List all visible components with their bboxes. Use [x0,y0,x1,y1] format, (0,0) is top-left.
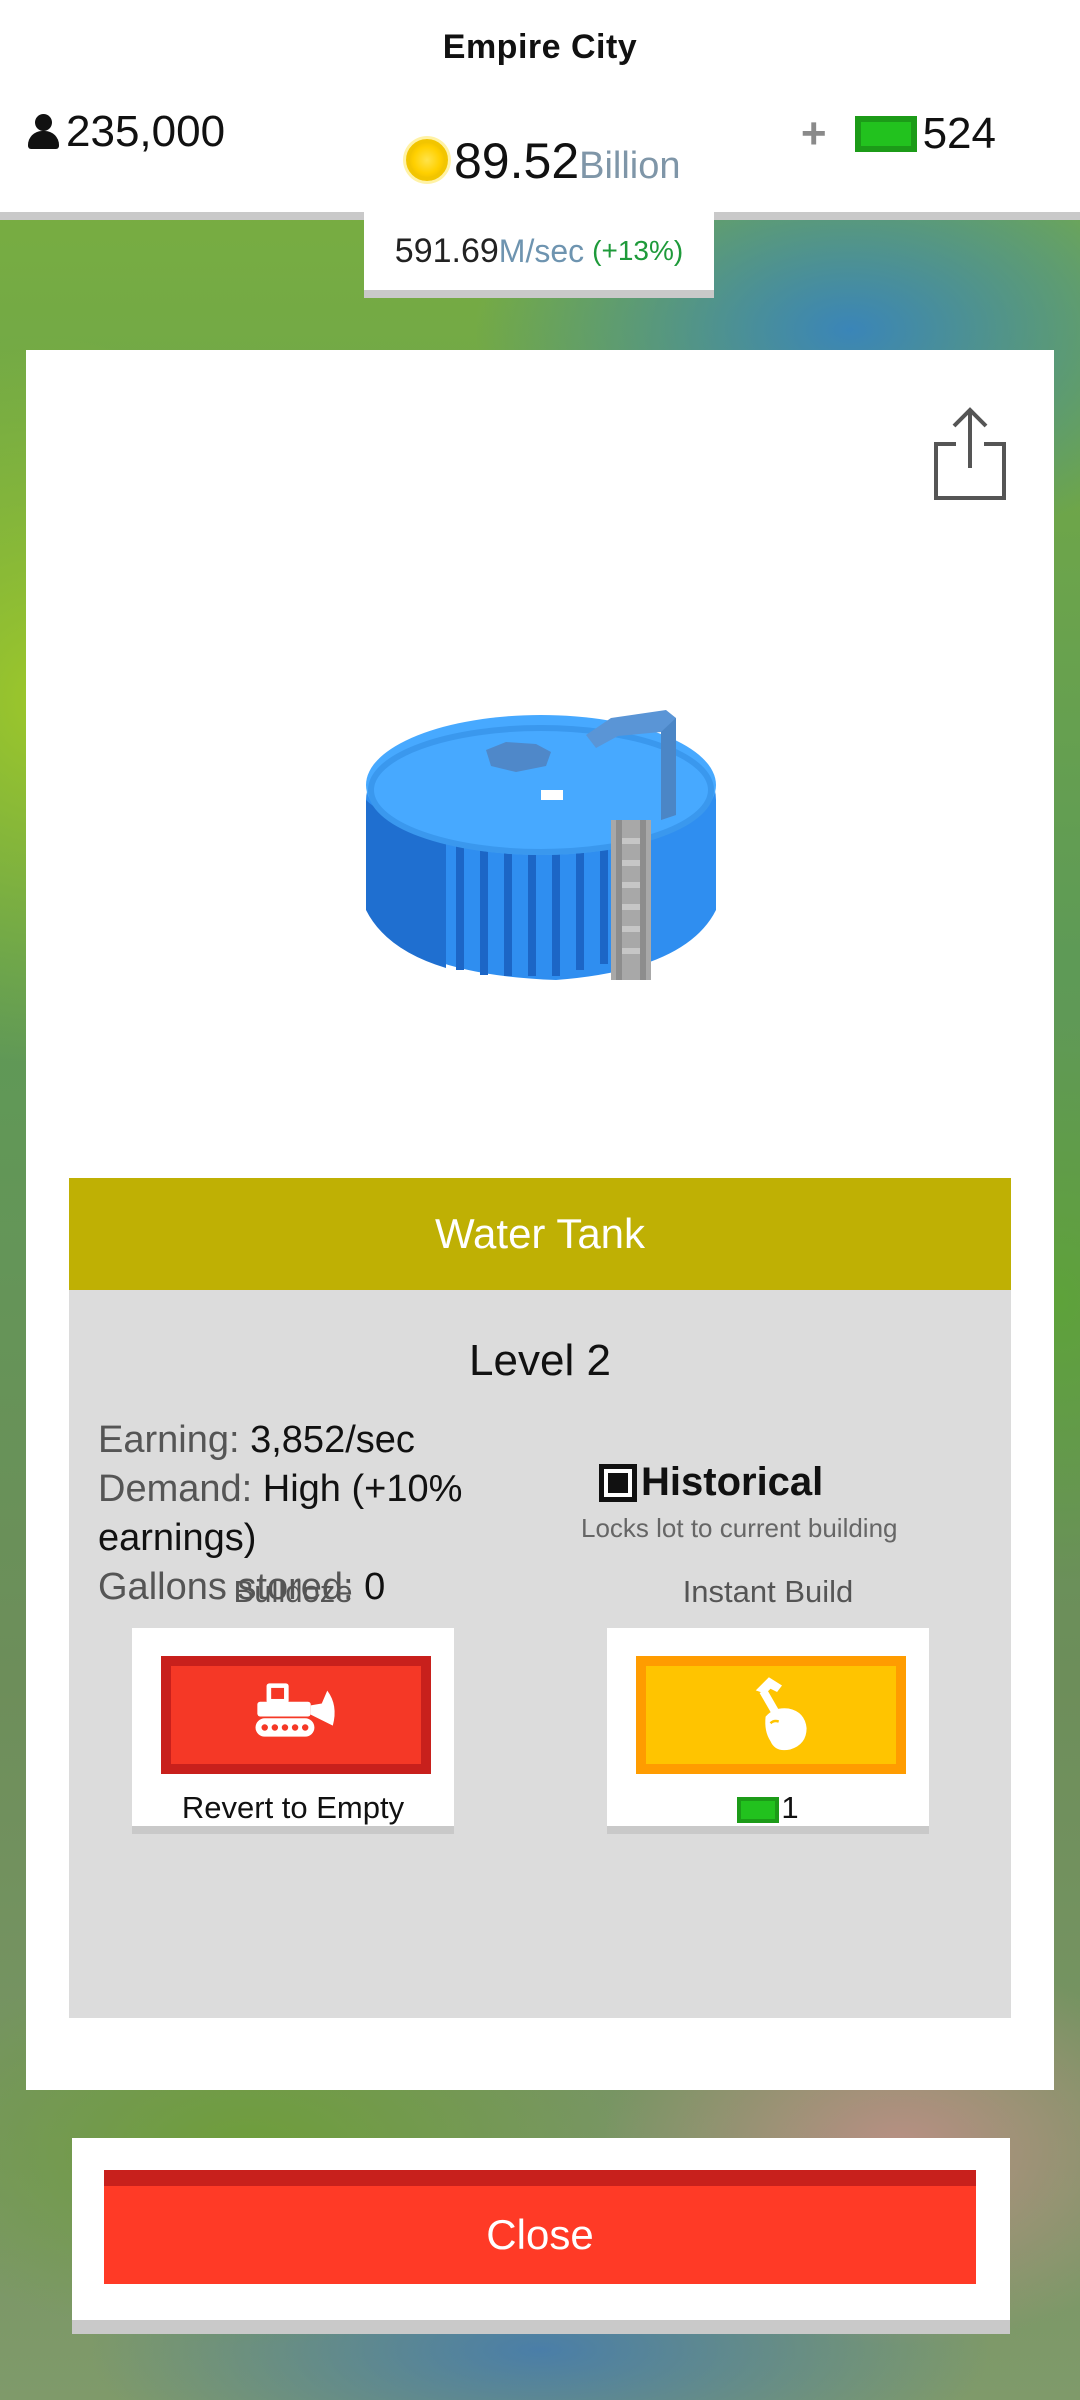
historical-title: Historical [641,1460,824,1504]
hammer-hand-icon [755,1677,807,1751]
rate-bonus: (+13%) [592,235,684,266]
top-hud: Empire City 235,000 89.52 Billion + 524 [0,0,1080,220]
rate-unit: M/sec [498,232,585,269]
instant-build-button[interactable]: 1 [607,1628,929,1834]
population-value: 235,000 [66,107,226,156]
historical-subtitle: Locks lot to current building [581,1513,898,1543]
close-button[interactable]: Close [104,2170,976,2284]
historical-toggle[interactable]: Historical Locks lot to current building [581,1460,979,1544]
person-icon [26,114,62,150]
earning-row: Earning: 3,852/sec [98,1416,538,1465]
bulldoze-button[interactable]: Revert to Empty [132,1628,454,1834]
instant-build-label: Instant Build [682,1574,854,1609]
population-counter: 235,000 [26,106,225,158]
cash-unit: Billion [579,145,681,187]
close-card: Close [72,2138,1010,2334]
demand-label: Demand: [98,1468,253,1510]
bucks-counter[interactable]: + 524 [801,106,996,162]
water-tank-image [366,710,716,980]
bulldoze-label: Bulldoze [233,1574,353,1609]
building-title-bar: Water Tank [69,1178,1011,1290]
share-icon[interactable] [932,406,1008,502]
checkbox-icon[interactable] [599,1463,637,1502]
cash-icon [854,116,917,152]
bulldoze-caption: Revert to Empty [181,1790,405,1825]
cash-counter: 89.52 Billion [406,132,681,189]
instant-build-cost: 1 [607,1790,929,1826]
building-level: Level 2 [469,1336,611,1385]
instant-build-icon-button[interactable] [636,1656,906,1774]
building-name: Water Tank [434,1210,646,1257]
add-bucks-button[interactable]: + [801,109,827,159]
bulldoze-icon-button[interactable] [161,1656,431,1774]
instant-build-cost-value: 1 [781,1790,799,1825]
cash-icon [737,1796,780,1823]
demand-row: Demand: High (+10% earnings) [98,1465,538,1563]
city-name: Empire City [442,28,638,66]
bulldozer-icon [255,1683,335,1737]
rate-value: 591.69 [394,231,499,270]
building-info-card: Water Tank Level 2 Earning: 3,852/sec De… [69,1178,1011,2018]
coin-icon [406,139,448,181]
bucks-value: 524 [922,109,996,158]
earning-value: 3,852/sec [250,1419,415,1461]
building-panel: Water Tank Level 2 Earning: 3,852/sec De… [26,350,1054,2090]
cash-value: 89.52 [454,133,580,189]
income-rate: 591.69 M/sec (+13%) [364,212,714,298]
earning-label: Earning: [98,1419,240,1461]
close-label: Close [486,2211,594,2258]
